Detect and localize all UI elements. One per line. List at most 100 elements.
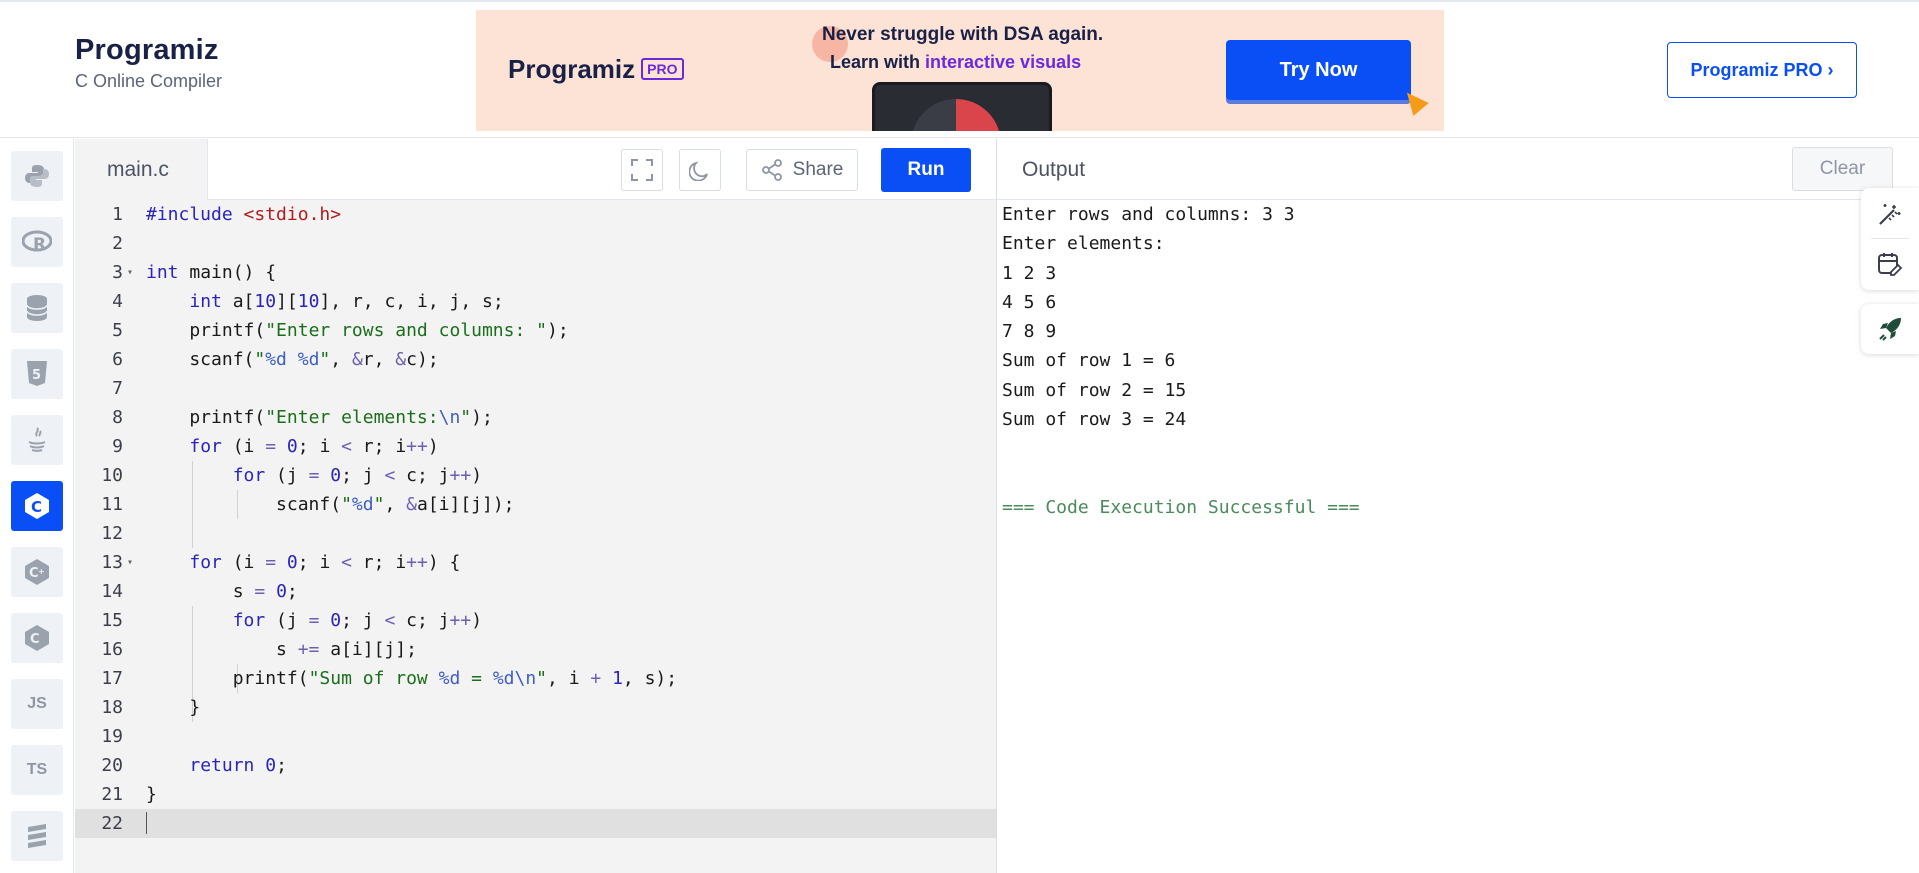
programiz-logo[interactable]: Programiz C Online Compiler — [75, 34, 222, 92]
code-line: 11 scanf("%d", &a[i][j]); — [101, 494, 515, 515]
banner-logo: Programiz PRO — [508, 54, 684, 85]
code-line: 8 printf("Enter elements:\n"); — [112, 407, 493, 428]
code-line: 9 for (i = 0; i < r; i++) — [112, 436, 439, 457]
logo-subtitle: C Online Compiler — [75, 71, 223, 91]
cpp-icon[interactable]: C + — [11, 547, 63, 597]
java-icon-svg — [28, 427, 46, 452]
try-now-button[interactable]: Try Now — [1226, 40, 1411, 100]
schedule-button[interactable] — [1877, 251, 1903, 282]
java-icon[interactable] — [11, 415, 63, 465]
code-line: 21} — [101, 784, 157, 805]
banner-headline: Never struggle with DSA again. — [822, 24, 1104, 45]
theme-toggle-button[interactable] — [679, 149, 721, 191]
site-header: Programiz C Online Compiler Programiz PRO… — [0, 2, 1919, 138]
ai-magic-button[interactable] — [1877, 201, 1903, 232]
code-line: 14 s = 0; — [101, 581, 298, 602]
c-icon[interactable]: C — [11, 481, 63, 531]
output-line: Enter elements: — [1002, 233, 1165, 255]
language-sidebar: R 5 C C + C JS TS — [0, 139, 74, 873]
ts-label: TS — [26, 761, 48, 778]
svg-text:R: R — [33, 235, 46, 254]
code-line: 6 scanf("%d %d", &r, &c); — [112, 349, 439, 370]
sql-icon-svg — [26, 295, 48, 321]
logo-text: Programiz — [75, 34, 219, 66]
output-header: Output Clear — [997, 139, 1919, 200]
output-line: Sum of row 1 = 6 — [1002, 350, 1176, 372]
fullscreen-icon — [631, 159, 653, 181]
svg-text:C: C — [30, 632, 40, 647]
code-line: 17 printf("Sum of row %d = %d\n", i + 1,… — [101, 668, 678, 689]
output-line: 4 5 6 — [1002, 291, 1057, 313]
clear-button[interactable]: Clear — [1792, 147, 1893, 191]
code-line: 12 — [101, 523, 123, 544]
svg-text:5: 5 — [32, 368, 41, 383]
code-line: 10 for (j = 0; j < c; j++) — [101, 465, 483, 486]
moon-icon — [689, 161, 708, 181]
svg-text:+: + — [38, 567, 45, 576]
code-line: 5 printf("Enter rows and columns: "); — [112, 320, 569, 341]
programiz-pro-button[interactable]: Programiz PRO › — [1667, 42, 1857, 98]
banner-pro-badge: PRO — [641, 58, 684, 80]
code-line: 18 } — [101, 697, 201, 718]
python-icon[interactable] — [11, 151, 63, 201]
code-lines[interactable]: 1 #include <stdio.h> 2 3 ▾ int main() { 4 i… — [75, 200, 996, 873]
output-line: Enter rows and columns: 3 3 — [1002, 204, 1295, 225]
stack-icon[interactable] — [11, 811, 63, 861]
cpp-icon-svg: C + — [25, 559, 49, 585]
code-line: 7 — [112, 378, 123, 399]
share-icon — [761, 159, 782, 181]
code-line: 20 return 0; — [101, 755, 287, 776]
banner-wheel — [911, 99, 1001, 131]
run-button[interactable]: Run — [881, 148, 971, 192]
output-line: 1 2 3 — [1002, 262, 1057, 284]
svg-text:C: C — [31, 498, 42, 516]
calendar-edit-icon — [1878, 253, 1903, 276]
code-line: 2 — [112, 233, 123, 254]
banner-subheadline-highlight: interactive visuals — [925, 52, 1082, 72]
float-separator — [1871, 238, 1909, 239]
banner-logo-text: Programiz — [508, 54, 636, 84]
code-editor-panel: main.c Share Run 1 #include <stdio.h> 2 3… — [75, 139, 996, 873]
c-icon-svg: C — [25, 493, 49, 519]
output-panel: Output Clear Enter rows and columns: 3 3… — [997, 139, 1919, 873]
code-line: 4 int a[10][10], r, c, i, j, s; — [112, 291, 504, 312]
banner-subheadline-prefix: Learn with — [830, 52, 926, 72]
share-label: Share — [792, 159, 844, 180]
share-button[interactable]: Share — [746, 149, 858, 191]
output-console[interactable]: Enter rows and columns: 3 3 Enter elemen… — [1002, 200, 1902, 522]
r-icon-svg: R — [22, 230, 52, 254]
code-line: 13 ▾ for (i = 0; i < r; i++) { — [101, 552, 461, 573]
output-line: Sum of row 2 = 15 — [1002, 379, 1187, 401]
file-tab-main-c[interactable]: main.c — [75, 139, 208, 200]
js-label: JS — [27, 695, 47, 712]
editor-toolbar: main.c Share Run — [75, 139, 996, 200]
ts-icon[interactable]: TS — [11, 745, 63, 795]
code-line: 3 ▾ int main() { — [112, 262, 277, 283]
r-icon[interactable]: R — [11, 217, 63, 267]
output-line: Sum of row 3 = 24 — [1002, 409, 1187, 431]
csharp-icon[interactable]: C — [11, 613, 63, 663]
csharp-icon-svg: C — [25, 625, 49, 651]
stack-icon-svg — [28, 824, 46, 848]
floating-tools — [1861, 188, 1919, 290]
output-title: Output — [1022, 158, 1086, 181]
code-line: 16 s += a[i][j]; — [101, 639, 417, 660]
code-line: 1 #include <stdio.h> — [112, 204, 342, 225]
sql-icon[interactable] — [11, 283, 63, 333]
code-line-current: 22 — [75, 809, 996, 838]
output-line: 7 8 9 — [1002, 321, 1057, 343]
html-icon[interactable]: 5 — [11, 349, 63, 399]
execution-status: === Code Execution Successful === — [1002, 496, 1360, 518]
rocket-button[interactable] — [1861, 304, 1919, 354]
html-icon-svg: 5 — [27, 361, 47, 386]
fullscreen-button[interactable] — [621, 149, 663, 191]
banner-subheadline: Learn with interactive visuals — [830, 52, 1130, 73]
banner-device-image — [872, 82, 1052, 131]
magic-wand-icon — [1879, 204, 1901, 225]
promo-banner[interactable]: Programiz PRO Never struggle with DSA aga… — [476, 10, 1444, 131]
js-icon[interactable]: JS — [11, 679, 63, 729]
code-line: 15 for (j = 0; j < c; j++) — [101, 610, 483, 631]
code-line: 19 — [101, 726, 123, 747]
